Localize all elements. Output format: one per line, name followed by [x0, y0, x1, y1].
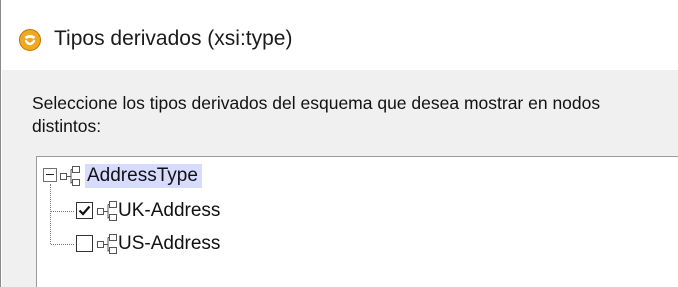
tree-connector-vertical [50, 184, 51, 244]
tree-connector-horizontal [51, 244, 74, 245]
tree-root-address-type[interactable]: AddressType [85, 164, 202, 188]
derived-types-tree[interactable]: AddressType UK-Address US-Address [36, 156, 678, 287]
uk-address-checkbox[interactable] [76, 202, 93, 219]
mapforce-app-icon [18, 28, 42, 52]
us-address-checkbox[interactable] [76, 235, 93, 252]
dialog-body: Seleccione los tipos derivados del esque… [2, 70, 678, 287]
dialog-title: Tipos derivados (xsi:type) [54, 27, 293, 50]
title-bar: Tipos derivados (xsi:type) [1, 0, 678, 70]
tree-item-us-address[interactable]: US-Address [118, 232, 220, 256]
derived-types-dialog: Tipos derivados (xsi:type) Seleccione lo… [0, 0, 678, 287]
dialog-description: Seleccione los tipos derivados del esque… [32, 93, 601, 136]
tree-connector-horizontal [51, 211, 74, 212]
collapse-toggle-icon[interactable] [43, 168, 57, 182]
tree-item-uk-address[interactable]: UK-Address [118, 199, 220, 223]
